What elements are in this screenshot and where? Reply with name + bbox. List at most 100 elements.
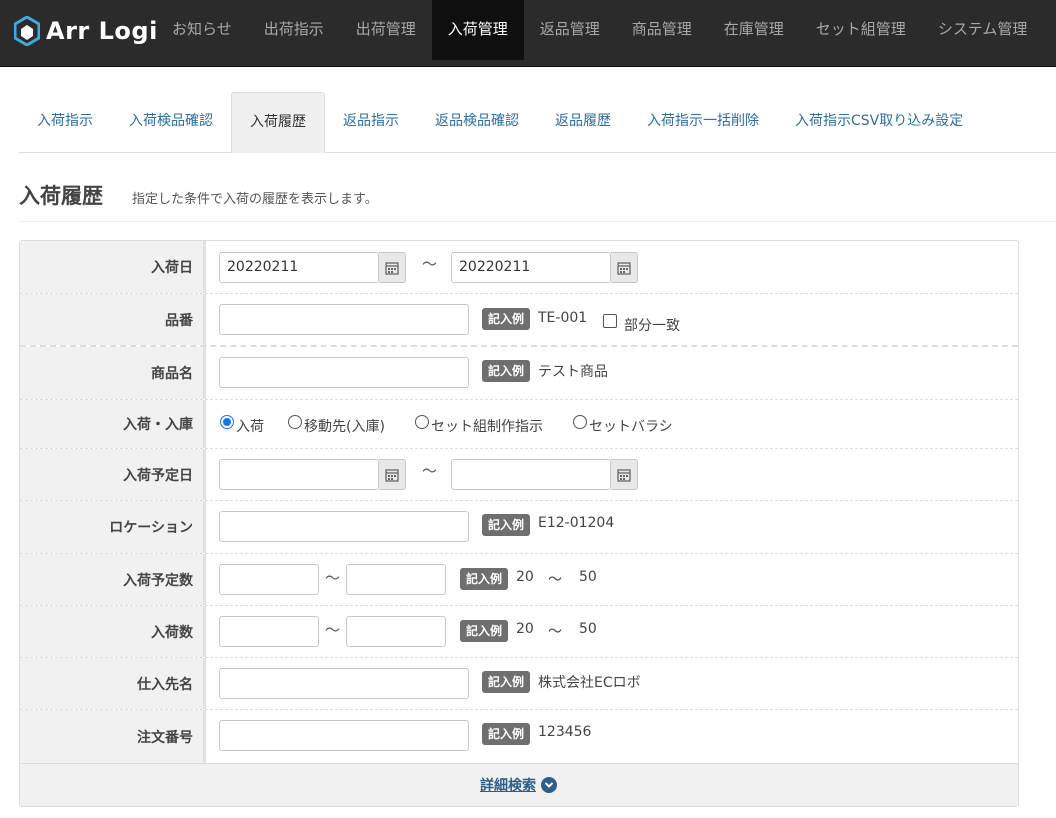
tab-bulk-delete[interactable]: 入荷指示一括削除 (629, 92, 777, 153)
example-badge: 記入例 (482, 308, 531, 330)
top-navbar: Arr Logi お知らせ 出荷指示 出荷管理 入荷管理 返品管理 商品管理 在… (0, 0, 1056, 67)
planned-qty-example-to: 50 (579, 569, 597, 585)
arrival-date-to-input[interactable]: 20220211 (451, 252, 611, 283)
in-type-label: 入荷・入庫 (123, 417, 193, 433)
row-planned-date: 入荷予定日 ～ (20, 449, 1018, 501)
range-separator: ～ (422, 462, 438, 480)
example-badge: 記入例 (482, 723, 531, 745)
example-badge: 記入例 (460, 620, 509, 642)
location-input[interactable] (219, 511, 469, 542)
product-name-label: 商品名 (151, 366, 193, 382)
product-name-example: テスト商品 (538, 364, 608, 380)
order-no-example: 123456 (538, 724, 592, 740)
nav-set-management[interactable]: セット組管理 (800, 0, 922, 60)
nav-system-management[interactable]: システム管理 (922, 0, 1044, 60)
arrival-qty-to-input[interactable] (346, 616, 446, 647)
tab-return-instructions[interactable]: 返品指示 (325, 92, 417, 153)
radio-arrival-label[interactable]: 入荷 (236, 416, 264, 436)
radio-move-destination[interactable] (288, 415, 302, 429)
supplier-label: 仕入先名 (137, 676, 193, 693)
order-no-label: 注文番号 (137, 729, 193, 746)
planned-qty-from-input[interactable] (219, 564, 319, 595)
range-separator: ～ (548, 572, 562, 588)
item-code-example: TE-001 (538, 310, 588, 326)
arrival-date-from-input[interactable]: 20220211 (219, 252, 379, 283)
nav-shipping-management[interactable]: 出荷管理 (340, 0, 432, 60)
planned-date-label: 入荷予定日 (123, 467, 193, 484)
calendar-icon[interactable] (611, 459, 638, 490)
partial-match-label[interactable]: 部分一致 (624, 315, 680, 335)
example-badge: 記入例 (460, 568, 509, 590)
page-description: 指定した条件で入荷の履歴を表示します。 (132, 192, 378, 207)
row-location: ロケーション 記入例 E12-01204 (20, 501, 1018, 554)
planned-date-to-input[interactable] (451, 459, 611, 490)
row-in-type: 入荷・入庫 入荷 移動先(入庫) セット組制作指示 セットバラシ (20, 400, 1018, 449)
tab-arrival-inspection[interactable]: 入荷検品確認 (111, 92, 231, 153)
item-code-input[interactable] (219, 304, 469, 335)
arrival-qty-example-to: 50 (579, 621, 597, 637)
example-badge: 記入例 (482, 360, 531, 382)
radio-arrival[interactable] (220, 415, 234, 429)
nav-returns-management[interactable]: 返品管理 (524, 0, 616, 60)
nav-arrival-management[interactable]: 入荷管理 (431, 0, 524, 60)
detail-search-link[interactable]: 詳細検索 (480, 775, 557, 795)
nav-product-management[interactable]: 商品管理 (616, 0, 708, 60)
row-arrival-date: 入荷日 20220211 ～ 20220211 (20, 241, 1018, 294)
tab-arrival-history[interactable]: 入荷履歴 (231, 92, 325, 153)
logo-text: Arr Logi (46, 17, 158, 45)
arrival-qty-example-from: 20 (516, 621, 534, 637)
calendar-icon[interactable] (611, 252, 638, 283)
planned-qty-label: 入荷予定数 (123, 572, 193, 589)
radio-set-disassembly-label[interactable]: セットバラシ (589, 416, 673, 436)
radio-set-production-label[interactable]: セット組制作指示 (431, 416, 543, 436)
row-arrival-qty: 入荷数 ～ 記入例 20 ～ 50 (20, 606, 1018, 658)
app-logo[interactable]: Arr Logi (14, 14, 158, 48)
detail-search-label: 詳細検索 (480, 778, 536, 794)
radio-set-disassembly[interactable] (573, 415, 587, 429)
range-separator: ～ (422, 255, 438, 273)
arrival-qty-label: 入荷数 (151, 624, 193, 641)
tab-return-inspection[interactable]: 返品検品確認 (417, 92, 537, 153)
radio-set-production[interactable] (415, 415, 429, 429)
planned-date-from-input[interactable] (219, 459, 379, 490)
nav-inventory-management[interactable]: 在庫管理 (708, 0, 800, 60)
form-footer: 詳細検索 (20, 763, 1018, 806)
arrival-qty-from-input[interactable] (219, 616, 319, 647)
tab-return-history[interactable]: 返品履歴 (537, 92, 629, 153)
arrival-date-label: 入荷日 (151, 260, 193, 276)
item-code-label: 品番 (165, 312, 193, 329)
row-planned-qty: 入荷予定数 ～ 記入例 20 ～ 50 (20, 554, 1018, 606)
example-badge: 記入例 (482, 671, 531, 693)
tab-csv-import-settings[interactable]: 入荷指示CSV取り込み設定 (777, 92, 981, 153)
tab-arrival-instructions[interactable]: 入荷指示 (19, 92, 111, 153)
logo-cube-icon (14, 16, 40, 46)
order-no-input[interactable] (219, 720, 469, 751)
planned-qty-example-from: 20 (516, 569, 534, 585)
location-example: E12-01204 (538, 515, 615, 531)
planned-qty-to-input[interactable] (346, 564, 446, 595)
product-name-input[interactable] (219, 357, 469, 388)
supplier-example: 株式会社ECロボ (538, 675, 641, 691)
calendar-icon[interactable] (379, 459, 406, 490)
main-nav: お知らせ 出荷指示 出荷管理 入荷管理 返品管理 商品管理 在庫管理 セット組管… (156, 0, 1043, 60)
calendar-icon[interactable] (379, 252, 406, 283)
supplier-input[interactable] (219, 668, 469, 699)
location-label: ロケーション (109, 520, 193, 536)
nav-shipping-instructions[interactable]: 出荷指示 (248, 0, 340, 60)
range-separator: ～ (325, 569, 341, 587)
range-separator: ～ (325, 621, 341, 639)
chevron-down-icon (541, 777, 557, 793)
sub-tabs: 入荷指示 入荷検品確認 入荷履歴 返品指示 返品検品確認 返品履歴 入荷指示一括… (19, 92, 1056, 153)
nav-notices[interactable]: お知らせ (156, 0, 248, 60)
row-order-no: 注文番号 記入例 123456 (20, 710, 1018, 763)
range-separator: ～ (548, 624, 562, 640)
page-title: 入荷履歴 (19, 184, 103, 208)
example-badge: 記入例 (482, 514, 531, 536)
radio-move-destination-label[interactable]: 移動先(入庫) (304, 416, 385, 436)
partial-match-checkbox[interactable] (603, 314, 617, 328)
page-header: 入荷履歴 指定した条件で入荷の履歴を表示します。 (19, 178, 1056, 222)
search-form: 入荷日 20220211 ～ 20220211 品番 記入例 TE-001 部分… (19, 240, 1019, 807)
row-supplier: 仕入先名 記入例 株式会社ECロボ (20, 658, 1018, 710)
row-item-code: 品番 記入例 TE-001 部分一致 (20, 294, 1018, 347)
row-product-name: 商品名 記入例 テスト商品 (20, 347, 1018, 400)
